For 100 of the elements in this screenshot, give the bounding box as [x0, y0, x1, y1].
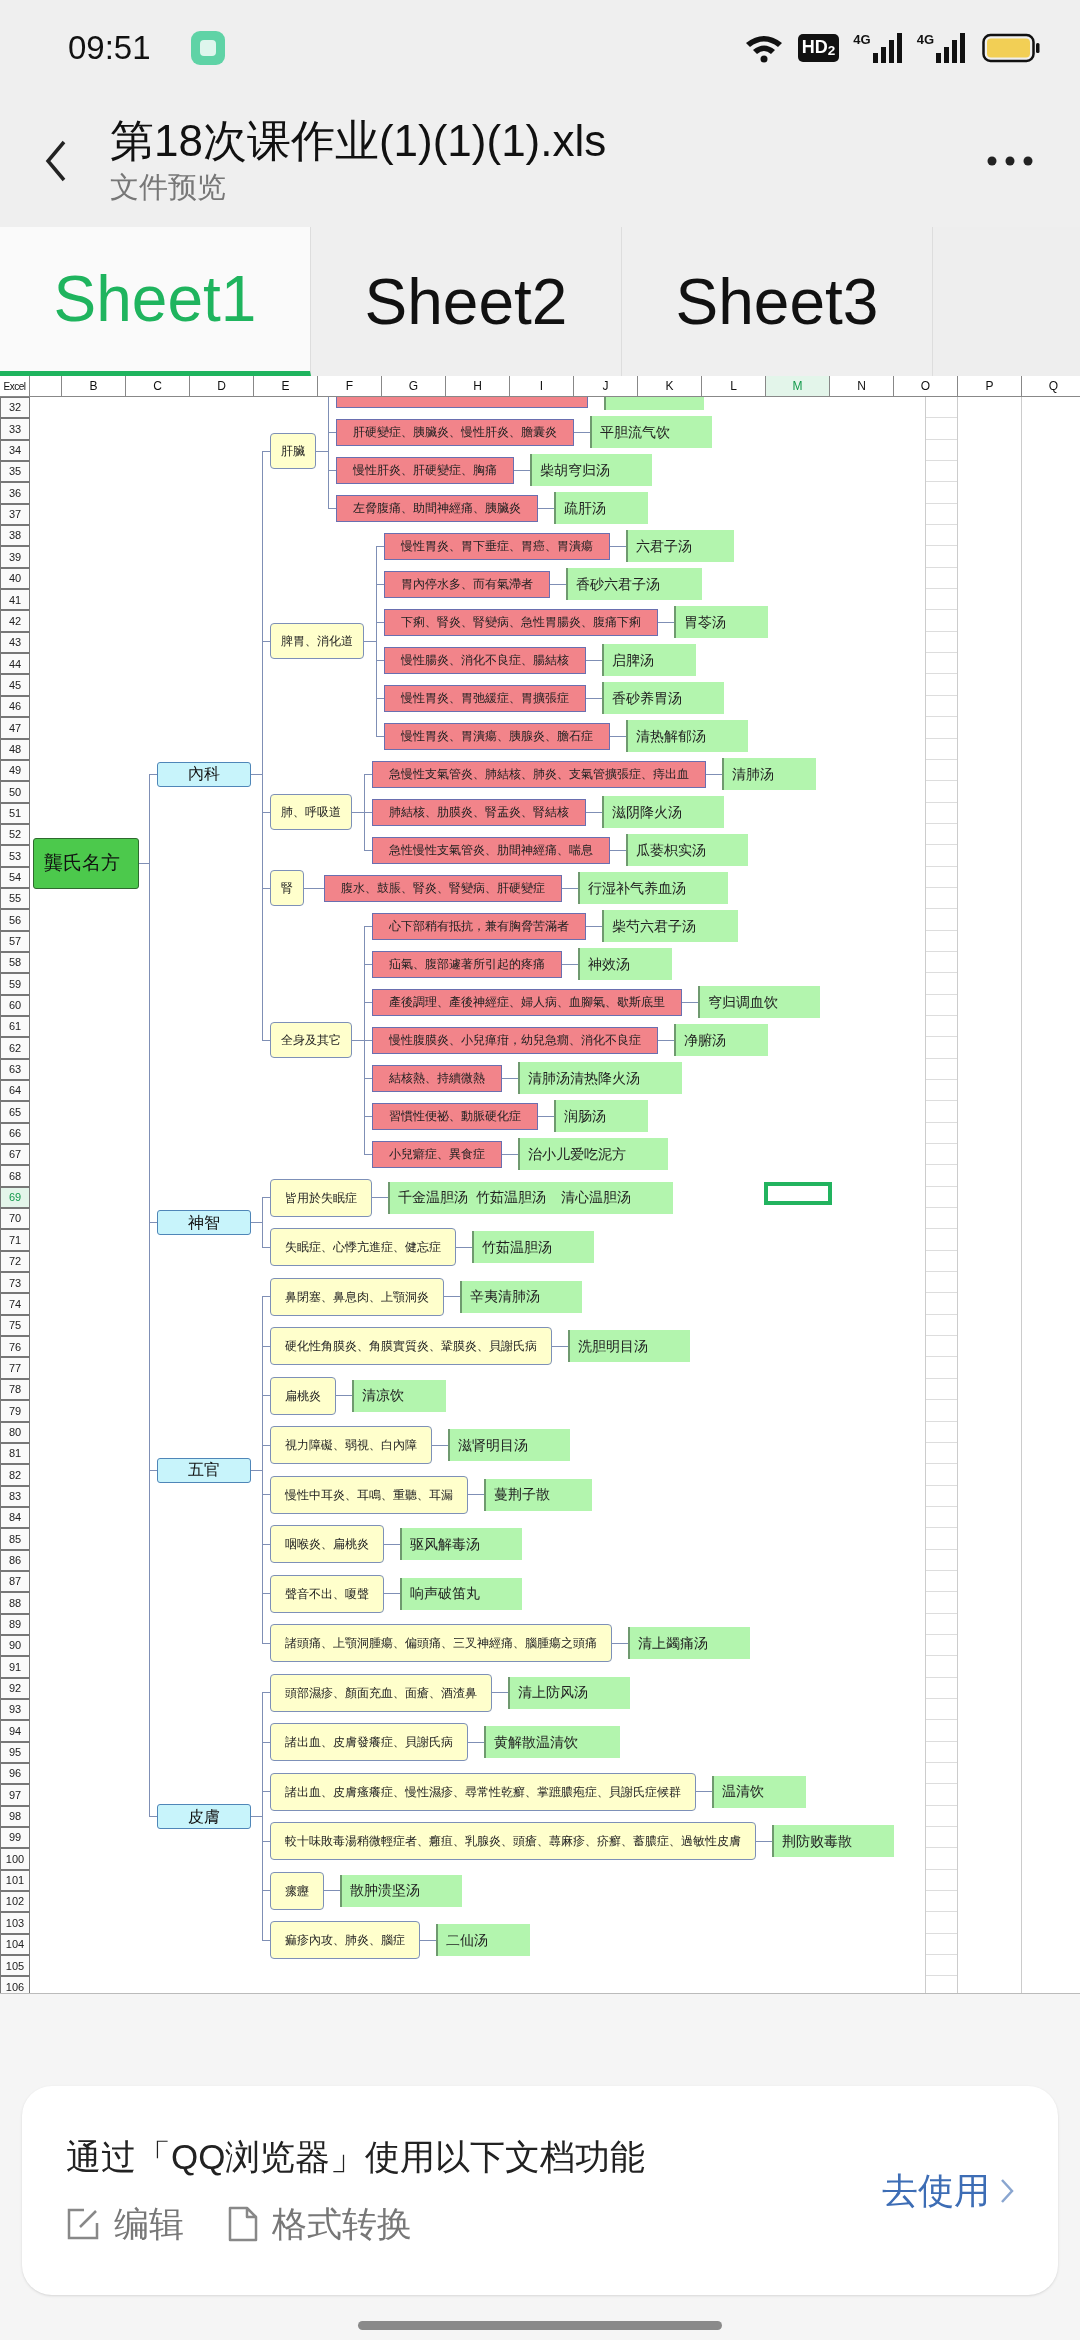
- condition-node: 硬化性角膜炎、角膜實質炎、鞏膜炎、貝謝氏病: [270, 1327, 552, 1366]
- row-header: 79: [0, 1400, 30, 1422]
- signal-icon: [936, 32, 966, 63]
- use-button[interactable]: 去使用: [882, 2163, 1014, 2218]
- row-header: 60: [0, 994, 30, 1016]
- condition-node: 視力障礙、弱視、白內障: [270, 1426, 432, 1465]
- app-icon: [190, 30, 225, 65]
- row-header: 69: [0, 1186, 30, 1209]
- row-header: 73: [0, 1272, 30, 1294]
- row-header: 78: [0, 1378, 30, 1401]
- row-header: 106: [0, 1976, 30, 1993]
- signal-icon: [872, 32, 903, 63]
- connector-line: [552, 1345, 568, 1347]
- condition-node: 咽喉炎、扁桃炎: [270, 1525, 384, 1564]
- row-header: 86: [0, 1549, 30, 1571]
- action-button[interactable]: 格式转换: [228, 2197, 412, 2250]
- connector-line: [586, 811, 602, 813]
- row-header: 91: [0, 1656, 30, 1678]
- more-icon: [986, 156, 1034, 166]
- formula-node: 清上防风汤: [508, 1676, 630, 1709]
- formula-node: 启脾汤: [602, 644, 696, 676]
- row-header: 98: [0, 1805, 30, 1828]
- connector-line: [550, 583, 566, 585]
- connector-line: [586, 659, 602, 661]
- formula-node: 胃苓汤: [674, 606, 768, 638]
- row-header: 89: [0, 1613, 30, 1635]
- condition-node: 慢性胃炎、胃潰瘍、胰腺炎、膽石症: [384, 722, 610, 750]
- row-header: 48: [0, 738, 30, 760]
- formula-node: 滋阴降火汤: [602, 796, 724, 828]
- condition-node: 頭部濕疹、顏面充血、面瘡、酒渣鼻: [270, 1673, 492, 1712]
- row-header: 105: [0, 1955, 30, 1977]
- row-header: 76: [0, 1336, 30, 1358]
- row-header: 67: [0, 1144, 30, 1166]
- formula-node: 净腑汤: [674, 1024, 768, 1056]
- row-header: 37: [0, 503, 30, 526]
- row-header: 55: [0, 887, 30, 910]
- row-header: 51: [0, 802, 30, 824]
- connector-line: [562, 963, 578, 965]
- row-header: 80: [0, 1421, 30, 1443]
- row-header: 54: [0, 866, 30, 888]
- condition-node: 肺結核、肋膜炎、腎盂炎、腎結核: [372, 798, 586, 826]
- formula-node: 驱风解毒汤: [400, 1528, 522, 1561]
- connector-line: [756, 1840, 772, 1842]
- sheet-tab[interactable]: Sheet1: [0, 227, 311, 376]
- formula-node: 辛夷清肺汤: [460, 1280, 582, 1313]
- row-header: 101: [0, 1869, 30, 1892]
- row-header: 74: [0, 1293, 30, 1315]
- group-node: 全身及其它: [270, 1022, 352, 1058]
- connector-line: [538, 507, 554, 509]
- row-header: 81: [0, 1442, 30, 1465]
- connector-line: [658, 621, 674, 623]
- row-header: 68: [0, 1165, 30, 1187]
- formula-node: 清上蠲痛汤: [628, 1627, 750, 1660]
- row-header: 88: [0, 1592, 30, 1614]
- row-header: 52: [0, 823, 30, 846]
- formula-node: 柴胡穹归汤: [530, 454, 652, 486]
- condition-node: 左脅腹痛、助間神經痛、胰臟炎: [336, 494, 538, 522]
- formula-node: 瓜蒌枳实汤: [626, 834, 748, 866]
- formula-node: 荆防败毒散: [772, 1825, 894, 1858]
- condition-node: 腹水、鼓脹、腎炎、腎變病、肝硬變症: [324, 874, 562, 902]
- condition-node: 諸頭痛、上顎洞腫瘍、偏頭痛、三叉神經痛、腦腫瘍之頭痛: [270, 1624, 612, 1663]
- condition-node: 急慢性支氣管炎、肺結核、肺炎、支氣管擴張症、痔出血: [372, 760, 706, 788]
- row-header: 41: [0, 589, 30, 611]
- formula-node: 香砂养胃汤: [602, 682, 724, 714]
- connector-line: [502, 1153, 518, 1155]
- row-header: 35: [0, 461, 30, 483]
- formula-node: 穹归调血饮: [698, 986, 820, 1018]
- promo-message: 通过「QQ浏览器」使用以下文档功能: [66, 2136, 647, 2178]
- formula-node: 竹茹温胆汤: [472, 1231, 594, 1264]
- action-button[interactable]: 编辑: [66, 2197, 184, 2250]
- file-title: 第18次课作业(1)(1)(1).xls: [110, 115, 608, 167]
- formula-node: 蔓荆子散: [484, 1478, 592, 1511]
- row-header: 45: [0, 674, 30, 696]
- clock-time: 09:51: [68, 27, 151, 68]
- condition-node: 胃內停水多、而有氣滯者: [384, 570, 550, 598]
- connector-line: [612, 1642, 628, 1644]
- row-header: 42: [0, 610, 30, 632]
- connector-line: [586, 925, 602, 927]
- row-header: 46: [0, 695, 30, 718]
- row-header: 99: [0, 1827, 30, 1849]
- formula-node: 六君子汤: [626, 530, 734, 562]
- row-header: 103: [0, 1912, 30, 1934]
- row-header: 59: [0, 973, 30, 995]
- connector-line: [538, 1115, 554, 1117]
- column-header: M: [766, 376, 830, 396]
- row-header: 49: [0, 759, 30, 782]
- formula-node: 清凉饮: [352, 1379, 446, 1412]
- connector-line: [502, 1077, 518, 1079]
- formula-node: 黄解散温清饮: [484, 1726, 620, 1759]
- selected-cell[interactable]: [764, 1181, 832, 1205]
- row-header: 82: [0, 1464, 30, 1486]
- row-header: 65: [0, 1101, 30, 1123]
- row-header: 92: [0, 1677, 30, 1699]
- connector-line: [444, 1296, 460, 1298]
- row-header: 100: [0, 1848, 30, 1870]
- row-header: 36: [0, 482, 30, 504]
- edit-icon: [66, 2206, 100, 2241]
- row-header: 90: [0, 1634, 30, 1657]
- row-header: 33: [0, 418, 30, 440]
- condition-node: 結核熱、持續微熱: [372, 1064, 502, 1092]
